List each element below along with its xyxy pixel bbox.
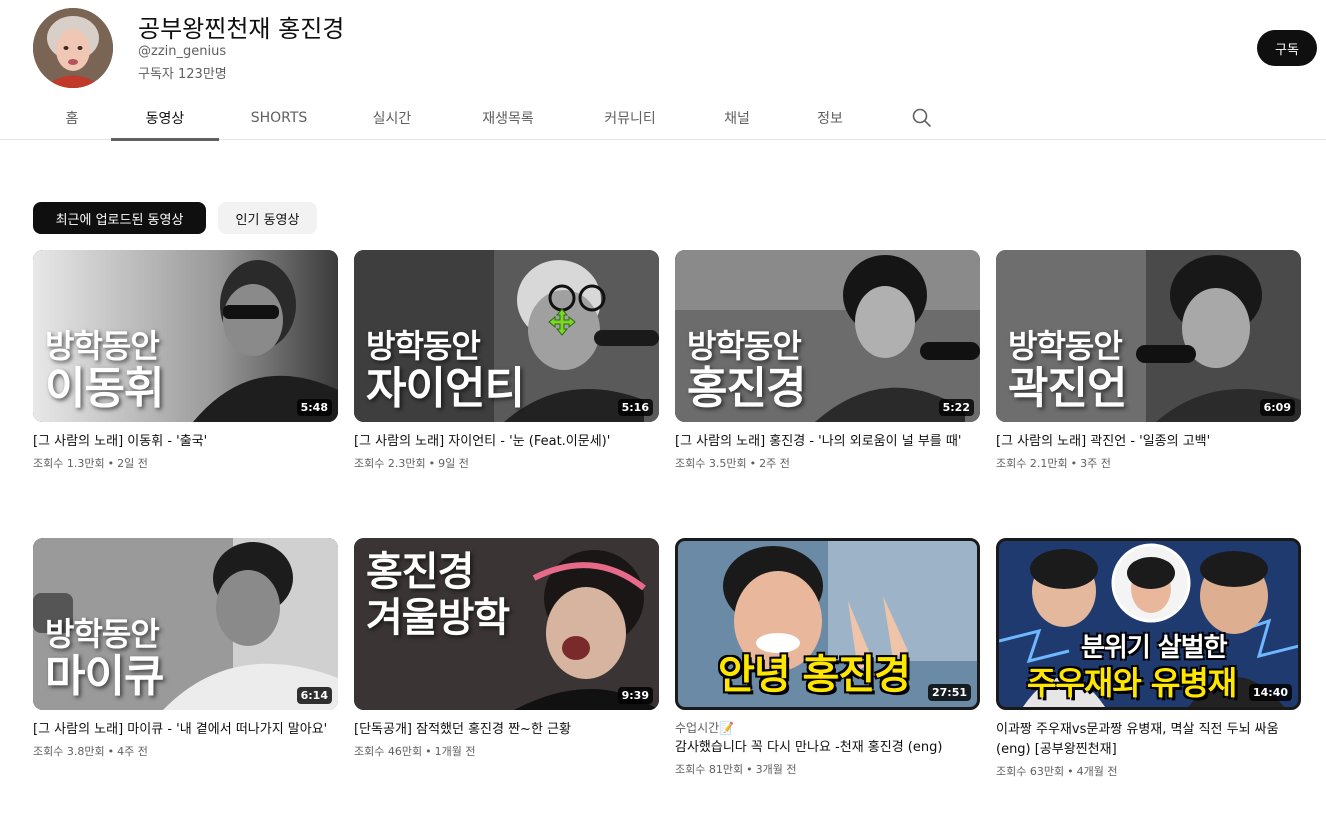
tab-channels[interactable]: 채널 xyxy=(705,96,769,140)
thumbnail-text-top: 홍진경 xyxy=(366,549,474,595)
thumbnail-text-top: 방학동안 xyxy=(1008,327,1123,365)
video-card[interactable]: 방학동안 이동휘 5:48 [그 사람의 노래] 이동휘 - '출국' 조회수 … xyxy=(33,250,338,472)
video-title[interactable]: [그 사람의 노래] 이동휘 - '출국' xyxy=(33,432,338,452)
tab-videos[interactable]: 동영상 xyxy=(111,96,219,141)
tab-live[interactable]: 실시간 xyxy=(352,96,432,140)
tab-about[interactable]: 정보 xyxy=(798,96,862,140)
view-count: 조회수 63만회 xyxy=(996,765,1065,778)
upload-age: 3주 전 xyxy=(1080,457,1111,470)
upload-age: 4개월 전 xyxy=(1076,765,1118,778)
duration-badge: 9:39 xyxy=(617,687,653,704)
tab-home[interactable]: 홈 xyxy=(48,96,96,140)
channel-tabs: 홈 동영상 SHORTS 실시간 재생목록 커뮤니티 채널 정보 xyxy=(0,96,1326,141)
duration-badge: 27:51 xyxy=(927,684,971,701)
thumbnail-text-top: 방학동안 xyxy=(45,327,160,365)
view-count: 조회수 3.8만회 xyxy=(33,745,105,758)
duration-badge: 6:09 xyxy=(1259,399,1295,416)
tab-community[interactable]: 커뮤니티 xyxy=(585,96,675,140)
video-meta: 조회수 63만회 • 4개월 전 xyxy=(996,765,1118,778)
video-meta: 조회수 46만회 • 1개월 전 xyxy=(354,745,476,758)
duration-badge: 6:14 xyxy=(296,687,332,704)
channel-name: 공부왕찐천재 홍진경 xyxy=(138,15,345,43)
video-title[interactable]: [그 사람의 노래] 자이언티 - '눈 (Feat.이문세)' xyxy=(354,432,659,452)
video-card[interactable]: 안녕 홍진경 27:51 수업시간📝 감사했습니다 꼭 다시 만나요 -천재 홍… xyxy=(675,538,980,778)
video-title[interactable]: [그 사람의 노래] 곽진언 - '일종의 고백' xyxy=(996,432,1301,452)
view-count: 조회수 81만회 xyxy=(675,763,744,776)
video-title[interactable]: 이과짱 주우재vs문과짱 유병재, 멱살 직전 두뇌 싸움 (eng) [공부왕… xyxy=(996,720,1301,760)
view-count: 조회수 2.1만회 xyxy=(996,457,1068,470)
video-card[interactable]: 분위기 살벌한 주우재와 유병재 14:40 이과짱 주우재vs문과짱 유병재,… xyxy=(996,538,1301,780)
video-meta: 조회수 3.8만회 • 4주 전 xyxy=(33,745,148,758)
upload-age: 1개월 전 xyxy=(434,745,476,758)
video-category: 수업시간📝 xyxy=(675,721,735,735)
video-card[interactable]: 홍진경 겨울방학 9:39 [단독공개] 잠적했던 홍진경 짠~한 근황 조회수… xyxy=(354,538,659,760)
video-card[interactable]: 방학동안 홍진경 5:22 [그 사람의 노래] 홍진경 - '나의 외로움이 … xyxy=(675,250,980,472)
thumbnail-text-bottom: 자이언티 xyxy=(366,363,525,414)
video-thumbnail[interactable]: 분위기 살벌한 주우재와 유병재 14:40 xyxy=(996,538,1301,710)
video-thumbnail[interactable]: 방학동안 자이언티 5:16 xyxy=(354,250,659,422)
chip-popular[interactable]: 인기 동영상 xyxy=(218,202,317,234)
video-thumbnail[interactable]: 안녕 홍진경 27:51 xyxy=(675,538,980,710)
video-title[interactable]: [그 사람의 노래] 마이큐 - '내 곁에서 떠나가지 말아요' xyxy=(33,720,338,740)
duration-badge: 14:40 xyxy=(1248,684,1292,701)
search-icon[interactable] xyxy=(910,106,934,130)
upload-age: 2일 전 xyxy=(117,457,148,470)
thumbnail-text-top: 방학동안 xyxy=(687,327,802,365)
thumbnail-text-bottom: 겨울방학 xyxy=(366,595,510,641)
video-thumbnail[interactable]: 홍진경 겨울방학 9:39 xyxy=(354,538,659,710)
channel-avatar[interactable] xyxy=(33,8,113,88)
tab-shorts[interactable]: SHORTS xyxy=(234,96,324,140)
video-meta: 조회수 1.3만회 • 2일 전 xyxy=(33,457,148,470)
subscribe-button[interactable]: 구독 xyxy=(1257,30,1317,66)
video-thumbnail[interactable]: 방학동안 마이큐 6:14 xyxy=(33,538,338,710)
view-count: 조회수 1.3만회 xyxy=(33,457,105,470)
upload-age: 3개월 전 xyxy=(755,763,797,776)
view-count: 조회수 3.5만회 xyxy=(675,457,747,470)
thumbnail-text-top: 방학동안 xyxy=(366,327,481,365)
thumbnail-text-bottom: 안녕 홍진경 xyxy=(718,652,911,698)
video-meta: 조회수 3.5만회 • 2주 전 xyxy=(675,457,790,470)
duration-badge: 5:16 xyxy=(617,399,653,416)
video-title[interactable]: [단독공개] 잠적했던 홍진경 짠~한 근황 xyxy=(354,720,659,740)
thumbnail-text-bottom: 주우재와 유병재 xyxy=(1027,664,1237,702)
subscriber-count: 구독자 123만명 xyxy=(138,67,227,82)
thumbnail-text-bottom: 이동휘 xyxy=(45,363,164,414)
view-count: 조회수 2.3만회 xyxy=(354,457,426,470)
video-meta: 조회수 81만회 • 3개월 전 xyxy=(675,763,797,776)
duration-badge: 5:22 xyxy=(938,399,974,416)
channel-handle: @zzin_genius xyxy=(138,44,227,59)
move-cursor-icon xyxy=(548,308,576,336)
thumbnail-text-bottom: 마이큐 xyxy=(45,651,164,702)
video-title[interactable]: [그 사람의 노래] 홍진경 - '나의 외로움이 널 부를 때' xyxy=(675,432,980,452)
upload-age: 9일 전 xyxy=(438,457,469,470)
video-thumbnail[interactable]: 방학동안 홍진경 5:22 xyxy=(675,250,980,422)
upload-age: 4주 전 xyxy=(117,745,148,758)
duration-badge: 5:48 xyxy=(296,399,332,416)
video-card[interactable]: 방학동안 곽진언 6:09 [그 사람의 노래] 곽진언 - '일종의 고백' … xyxy=(996,250,1301,472)
video-thumbnail[interactable]: 방학동안 이동휘 5:48 xyxy=(33,250,338,422)
video-meta: 조회수 2.1만회 • 3주 전 xyxy=(996,457,1111,470)
thumbnail-text-top: 분위기 살벌한 xyxy=(1081,633,1228,663)
video-title[interactable]: 감사했습니다 꼭 다시 만나요 -천재 홍진경 (eng) xyxy=(675,738,980,758)
thumbnail-text-bottom: 홍진경 xyxy=(687,363,806,414)
upload-age: 2주 전 xyxy=(759,457,790,470)
video-card[interactable]: 방학동안 자이언티 5:16 [그 사람의 노래] 자이언티 - '눈 (Fea… xyxy=(354,250,659,472)
video-card[interactable]: 방학동안 마이큐 6:14 [그 사람의 노래] 마이큐 - '내 곁에서 떠나… xyxy=(33,538,338,760)
thumbnail-text-bottom: 곽진언 xyxy=(1008,363,1127,414)
video-meta: 조회수 2.3만회 • 9일 전 xyxy=(354,457,469,470)
tab-playlists[interactable]: 재생목록 xyxy=(465,96,551,140)
thumbnail-text-top: 방학동안 xyxy=(45,615,160,653)
chip-recent[interactable]: 최근에 업로드된 동영상 xyxy=(33,202,206,234)
video-thumbnail[interactable]: 방학동안 곽진언 6:09 xyxy=(996,250,1301,422)
view-count: 조회수 46만회 xyxy=(354,745,423,758)
